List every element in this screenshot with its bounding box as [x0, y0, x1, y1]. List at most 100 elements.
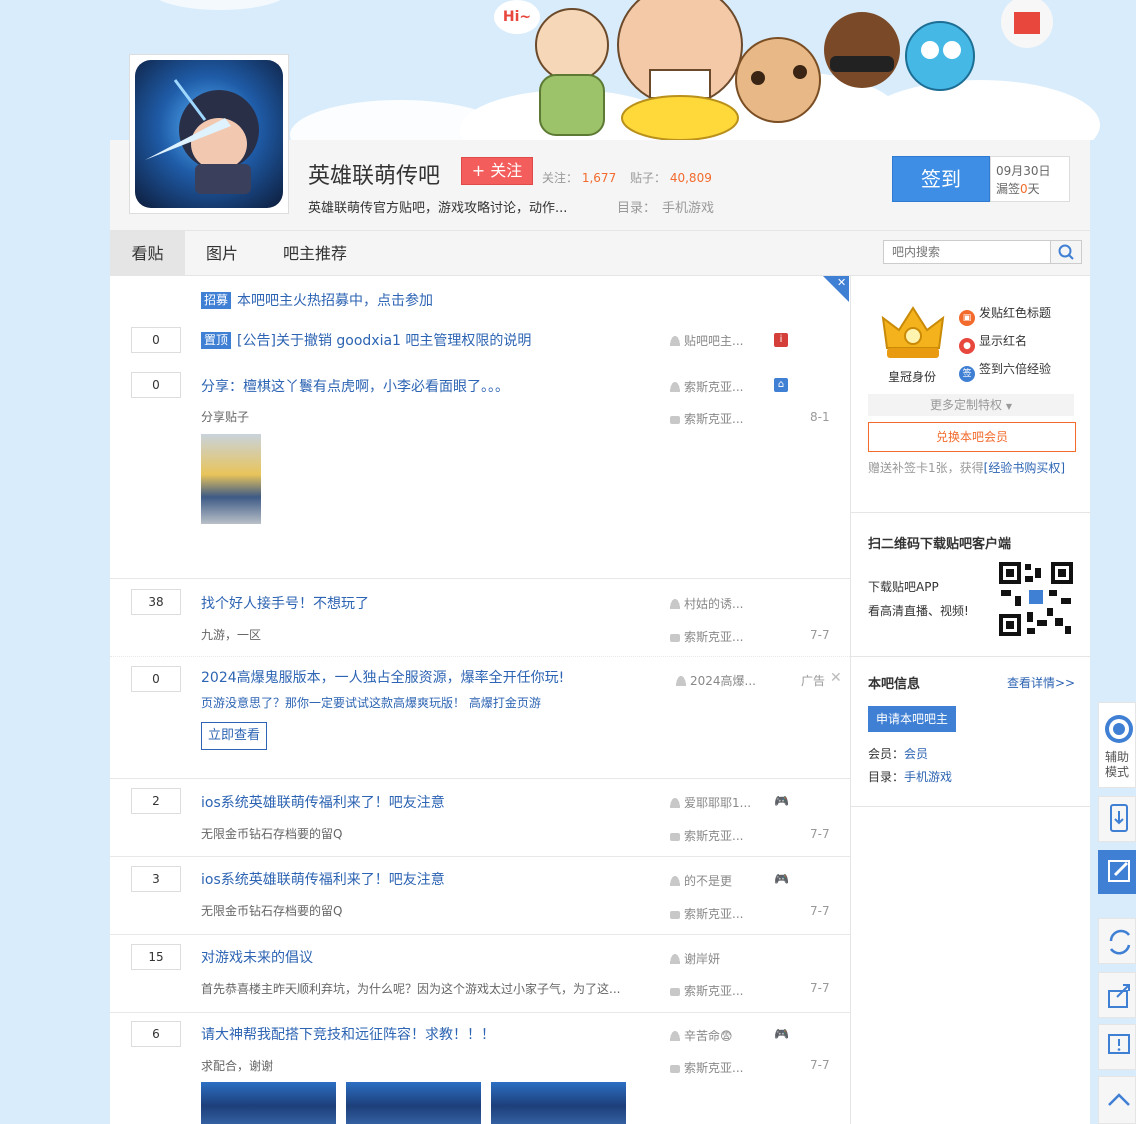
section-divider	[851, 512, 1091, 513]
forum-info-more-link[interactable]: 查看详情>>	[1007, 674, 1075, 691]
last-replier[interactable]: 索斯克亚...	[670, 1059, 743, 1076]
refresh-button[interactable]	[1098, 918, 1136, 964]
ad-close-icon[interactable]: ✕	[830, 670, 842, 686]
apply-moderator-button[interactable]: 申请本吧吧主	[868, 706, 956, 732]
member-link[interactable]: 会员	[904, 747, 928, 761]
user-icon	[670, 1031, 680, 1041]
thread-author[interactable]: 辛苦命😨	[670, 1027, 733, 1044]
thread-author[interactable]: 的不是更	[670, 872, 732, 889]
thread-thumbnail[interactable]	[346, 1082, 481, 1124]
thread-title[interactable]: 找个好人接手号！不想玩了	[201, 593, 369, 613]
reply-count: 3	[131, 866, 181, 892]
sign-missed-prefix: 漏签	[996, 182, 1021, 196]
pinned-tag: 置顶	[201, 332, 232, 349]
perk-label: 签到六倍经验	[979, 362, 1052, 376]
thread-thumbnail[interactable]	[201, 434, 261, 524]
tab-moderator-picks[interactable]: 吧主推荐	[270, 231, 360, 276]
sign-icon: 签	[959, 366, 975, 382]
thread-title[interactable]: 对游戏未来的倡议	[201, 947, 313, 967]
last-replier-name: 索斯克亚...	[684, 984, 744, 998]
thread-author[interactable]: 索斯克亚...	[670, 378, 743, 395]
crown-icon	[881, 306, 945, 358]
thread-thumbnail[interactable]	[491, 1082, 626, 1124]
thread-author[interactable]: 村姑的诱...	[670, 595, 743, 612]
assist-mode-line2: 模式	[1104, 765, 1129, 779]
post-new-thread-button[interactable]	[1098, 850, 1136, 894]
ad-view-button[interactable]: 立即查看	[201, 722, 267, 750]
last-replier[interactable]: 索斯克亚...	[670, 827, 743, 844]
post-count: 贴子： 40,809	[630, 169, 712, 186]
recruit-banner[interactable]: 招募 本吧吧主火热招募中，点击参加	[201, 290, 433, 310]
last-replier-name: 索斯克亚...	[684, 1061, 744, 1075]
thread-title[interactable]: ios系统英雄联萌传福利来了！吧友注意	[201, 792, 445, 812]
forum-title: 英雄联萌传吧	[308, 164, 441, 189]
sign-missed: 漏签0天	[996, 180, 1064, 198]
tab-posts[interactable]: 看贴	[110, 231, 185, 276]
author-name: 索斯克亚...	[684, 380, 744, 394]
perk-red-title[interactable]: ▣ 发贴红色标题	[959, 304, 1051, 326]
last-replier[interactable]: 索斯克亚...	[670, 905, 743, 922]
thread-author[interactable]: 谢岸妍	[670, 950, 720, 967]
thread-title[interactable]: ios系统英雄联萌传福利来了！吧友注意	[201, 869, 445, 889]
author-name: 2024高爆...	[690, 674, 756, 688]
sign-date: 09月30日	[996, 164, 1051, 178]
thread-author[interactable]: 爱耶耶耶1...	[670, 794, 751, 811]
exchange-vip-button[interactable]: 兑换本吧会员	[868, 422, 1076, 452]
tab-images[interactable]: 图片	[190, 231, 254, 276]
forum-search-input[interactable]	[883, 240, 1051, 264]
last-reply-time: 8-1	[810, 410, 830, 424]
ad-abstract[interactable]: 页游没意思了？那你一定要试试这款高爆爽玩版！ 高爆打金页游	[201, 694, 541, 711]
app-download-line2: 看高清直播、视频!	[868, 604, 969, 618]
thread-title[interactable]: 请大神帮我配搭下竞技和远征阵容！求教！！！	[201, 1024, 495, 1044]
thread-title[interactable]: 置顶 [公告]关于撤销 goodxia1 吧主管理权限的说明	[201, 330, 531, 350]
ad-title[interactable]: 2024高爆鬼服版本，一人独占全服资源，爆率全开任你玩!	[201, 667, 564, 687]
search-icon	[1058, 244, 1074, 260]
exp-book-link[interactable]: [经验书购买权]	[984, 461, 1065, 475]
catalog-info-label: 目录：	[868, 770, 905, 784]
search-button[interactable]	[1050, 240, 1082, 264]
report-button[interactable]	[1098, 1024, 1136, 1070]
gamepad-icon: 🎮	[774, 794, 789, 808]
download-app-button[interactable]	[1098, 796, 1136, 842]
catalog-info-link[interactable]: 手机游戏	[904, 770, 952, 784]
forum-info-title: 本吧信息	[868, 677, 921, 692]
last-replier[interactable]: 索斯克亚...	[670, 410, 743, 427]
perk-sign-exp[interactable]: 签签到六倍经验	[959, 360, 1051, 382]
author-name: 的不是更	[684, 874, 733, 888]
more-perks-dropdown[interactable]: 更多定制特权 ▼	[868, 394, 1074, 416]
row-divider	[110, 656, 850, 657]
ad-author[interactable]: 2024高爆...	[676, 672, 756, 689]
qr-code-icon[interactable]	[999, 562, 1073, 636]
assist-mode-button[interactable]: 辅助 模式	[1098, 702, 1136, 788]
sign-info: 09月30日 漏签0天	[990, 156, 1070, 202]
thread-thumbnail[interactable]	[201, 1082, 336, 1124]
share-button[interactable]	[1098, 972, 1136, 1018]
catalog-info: 目录：手机游戏	[868, 768, 952, 785]
user-icon	[670, 798, 680, 808]
hi-bubble: Hi~	[494, 0, 540, 34]
last-replier-name: 索斯克亚...	[684, 829, 744, 843]
perk-label: 发贴红色标题	[979, 306, 1052, 320]
perk-red-name[interactable]: ● 显示红名	[959, 332, 1027, 354]
follow-button[interactable]: + 关注	[461, 157, 533, 185]
bookmark-icon: ▣	[959, 310, 975, 326]
catalog-link[interactable]: 手机游戏	[662, 201, 714, 216]
recruit-close-button[interactable]: ✕	[823, 276, 849, 302]
row-divider	[110, 1012, 850, 1013]
ad-label: 广告	[801, 674, 826, 688]
back-to-top-button[interactable]	[1098, 1076, 1136, 1124]
section-divider	[851, 806, 1091, 807]
user-icon	[670, 599, 680, 609]
comment-icon	[670, 416, 680, 424]
share-icon	[1108, 984, 1130, 1008]
last-replier[interactable]: 索斯克亚...	[670, 982, 743, 999]
thread-author[interactable]: 贴吧吧主...	[670, 332, 743, 349]
recruit-tag: 招募	[201, 292, 232, 309]
sign-in-button[interactable]: 签到	[892, 156, 990, 202]
post-count-value: 40,809	[669, 171, 712, 185]
last-replier[interactable]: 索斯克亚...	[670, 628, 743, 645]
thread-abstract: 首先恭喜楼主昨天顺利弃坑，为什么呢？因为这个游戏太过小家子气，为了这...	[201, 982, 621, 996]
thread-title[interactable]: 分享：檀棋这丫鬟有点虎啊，小李必看面眼了。。。	[201, 376, 509, 396]
comment-icon	[670, 634, 680, 642]
forum-avatar[interactable]	[129, 54, 289, 214]
